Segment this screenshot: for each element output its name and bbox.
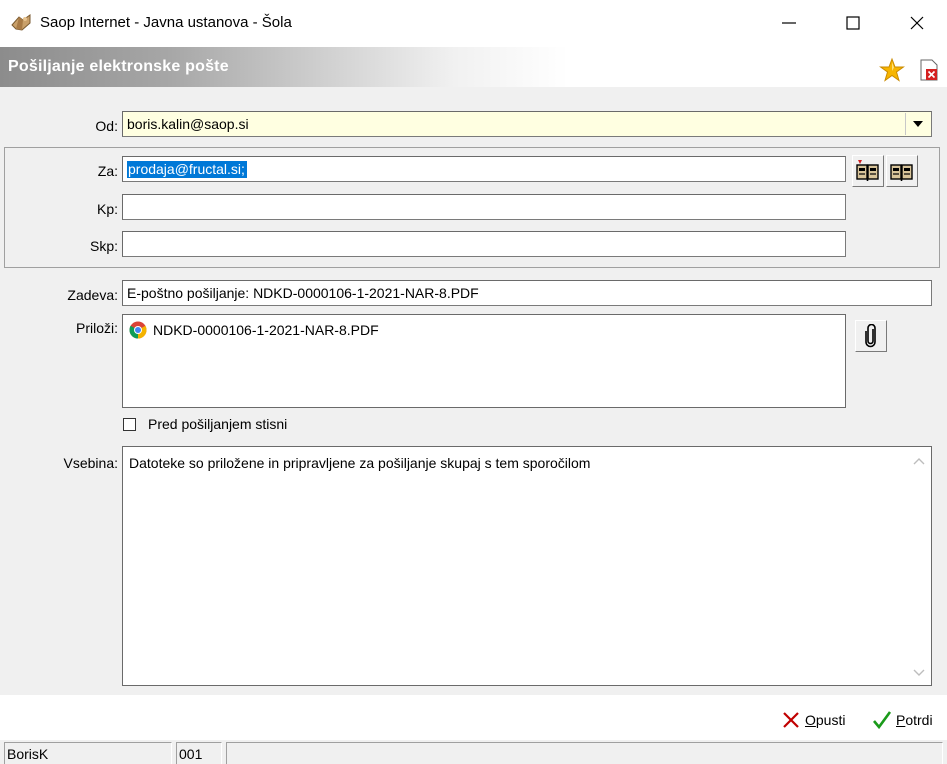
- scroll-down-icon[interactable]: [913, 669, 925, 677]
- paperclip-icon: [865, 324, 876, 348]
- close-icon[interactable]: [904, 10, 930, 36]
- maximize-icon[interactable]: [840, 10, 866, 36]
- to-value: prodaja@fructal.si;: [127, 161, 247, 178]
- status-code: 001: [176, 742, 222, 764]
- checkmark-icon: [873, 711, 892, 730]
- confirm-button[interactable]: Potrdi: [872, 707, 933, 733]
- attachments-label: Priloži:: [75, 320, 118, 336]
- dialog-header: Pošiljanje elektronske pošte: [0, 47, 947, 87]
- attachment-name: NDKD-0000106-1-2021-NAR-8.PDF: [153, 322, 379, 338]
- compress-checkbox[interactable]: [123, 418, 136, 431]
- subject-input[interactable]: E-poštno pošiljanje: NDKD-0000106-1-2021…: [122, 280, 932, 306]
- address-book-icon: [890, 164, 913, 181]
- status-message: [226, 742, 943, 764]
- favorite-star-icon[interactable]: [879, 57, 905, 83]
- address-book-to-button[interactable]: [852, 155, 884, 187]
- status-user: BorisK: [4, 742, 172, 764]
- bcc-input[interactable]: [122, 231, 846, 257]
- cc-input[interactable]: [122, 194, 846, 220]
- from-dropdown-button[interactable]: [905, 113, 930, 135]
- cc-label: Kp:: [96, 201, 118, 217]
- close-document-icon[interactable]: [917, 58, 941, 82]
- compress-label[interactable]: Pred pošiljanjem stisni: [148, 416, 287, 432]
- window-titlebar[interactable]: Saop Internet - Javna ustanova - Šola: [0, 0, 947, 46]
- confirm-label: Potrdi: [896, 712, 933, 728]
- attachments-list[interactable]: NDKD-0000106-1-2021-NAR-8.PDF: [122, 314, 846, 408]
- subject-label: Zadeva:: [67, 287, 118, 303]
- subject-value: E-poštno pošiljanje: NDKD-0000106-1-2021…: [127, 285, 479, 301]
- list-item[interactable]: NDKD-0000106-1-2021-NAR-8.PDF: [129, 321, 379, 339]
- cancel-label: Opusti: [805, 712, 846, 728]
- body-label: Vsebina:: [63, 455, 118, 471]
- to-input[interactable]: prodaja@fructal.si;: [122, 156, 846, 182]
- bcc-label: Skp:: [89, 238, 118, 254]
- window-title: Saop Internet - Javna ustanova - Šola: [40, 14, 292, 31]
- body-textarea[interactable]: Datoteke so priložene in pripravljene za…: [122, 446, 932, 686]
- from-combobox[interactable]: boris.kalin@saop.si: [122, 111, 932, 137]
- from-label: Od:: [95, 118, 118, 134]
- chevron-down-icon: [913, 121, 923, 127]
- from-value: boris.kalin@saop.si: [127, 116, 249, 132]
- address-book-icon: [856, 160, 879, 181]
- chrome-icon: [129, 321, 147, 339]
- body-value: Datoteke so priložene in pripravljene za…: [129, 455, 591, 471]
- cancel-x-icon: [783, 712, 799, 728]
- attach-file-button[interactable]: [855, 320, 887, 352]
- scroll-up-icon[interactable]: [913, 457, 925, 465]
- cancel-button[interactable]: Opusti: [781, 707, 845, 733]
- app-logo-icon: [11, 14, 31, 31]
- dialog-title: Pošiljanje elektronske pošte: [8, 58, 229, 75]
- minimize-icon[interactable]: [776, 10, 802, 36]
- to-label: Za:: [97, 163, 118, 179]
- address-book-button[interactable]: [886, 155, 918, 187]
